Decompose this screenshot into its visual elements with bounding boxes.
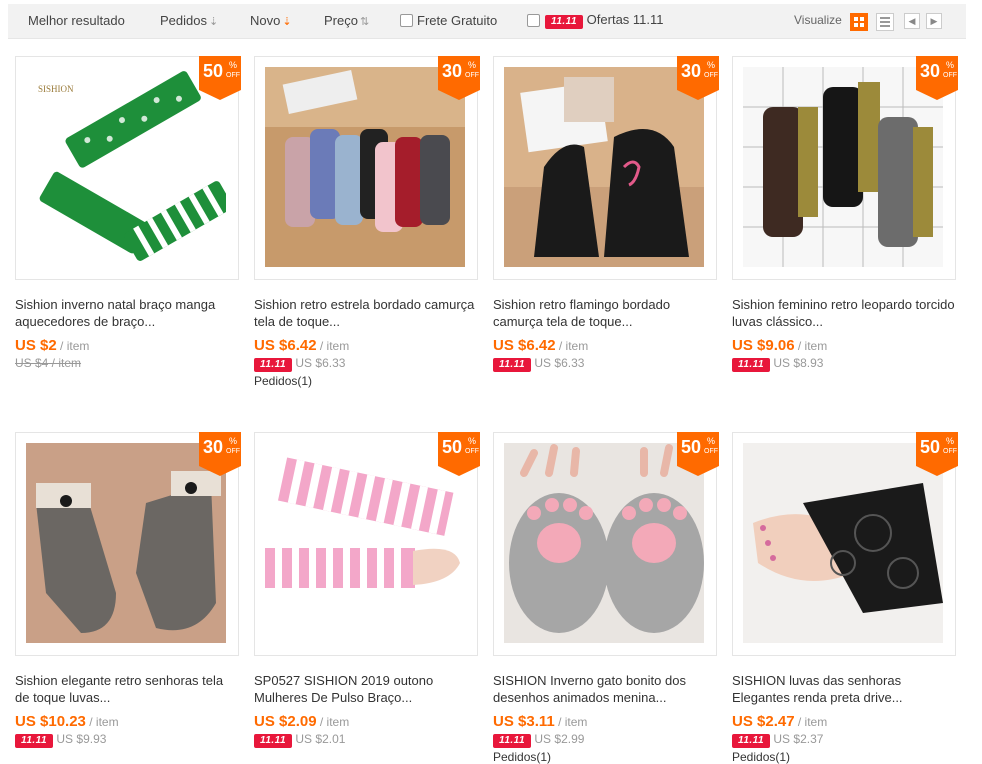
sort-new[interactable]: Novo ⇣ [250,13,292,28]
discount-tag: 30% OFF [438,56,480,100]
sale-badge: 11.11 [732,358,771,372]
price: US $6.42 [254,337,317,354]
grid-view-icon[interactable] [850,13,868,31]
sort-updown-icon: ⇅ [359,16,370,28]
list-view-icon[interactable] [876,13,894,31]
price-line: US $9.06 / item [732,337,827,354]
price-line: US $6.42 / item [254,337,349,354]
product-title[interactable]: Sishion elegante retro senhoras tela de … [15,672,241,706]
sale-price: US $2.37 [773,732,824,746]
sale-badge: 11.11 [493,734,532,748]
discount-tag: 50% OFF [677,432,719,476]
price-unit: / item [89,715,119,729]
chevron-left-icon[interactable]: ◀ [904,13,920,29]
product-title[interactable]: SISHION luvas das senhoras Elegantes ren… [732,672,958,706]
offers-checkbox[interactable] [527,14,540,27]
sort-orders-label: Pedidos [160,13,207,28]
price: US $6.42 [493,337,556,354]
price-unit: / item [797,715,828,729]
price-unit: / item [797,339,828,353]
sale-price-line: 11.11 US $2.99 [493,732,584,748]
sale-price-line: 11.11 US $6.33 [254,356,345,372]
sale-price-line: 11.11 US $8.93 [732,356,823,372]
offers-label: Ofertas 11.11 [586,12,664,27]
price-line: US $6.42 / item [493,337,588,354]
price-unit: / item [319,339,350,353]
sale-price-line: 11.11 US $2.01 [254,732,345,748]
sale-price-line: 11.11 US $9.93 [15,732,106,748]
discount-tag: 50% OFF [199,56,241,100]
offers-filter[interactable]: 11.11 Ofertas 11.11 [545,12,664,29]
free-shipping-checkbox[interactable] [400,14,413,27]
cat-paw-gloves-image [504,443,704,643]
arm-warmers-image: SISHION [26,67,226,267]
sale-price: US $8.93 [773,356,824,370]
product-title[interactable]: Sishion retro flamingo bordado camurça t… [493,296,719,330]
product-title[interactable]: SP0527 SISHION 2019 outono Mulheres De P… [254,672,480,706]
sale-price: US $2.01 [295,732,346,746]
chevron-right-icon[interactable]: ▶ [926,13,942,29]
sort-orders[interactable]: Pedidos ⇣ [160,13,218,28]
pink-arm-warmer-image [265,443,465,643]
arrow-down-icon: ⇣ [282,16,292,28]
sale-badge: 11.11 [545,15,584,29]
sort-price-label: Preço [324,13,358,28]
sale-price: US $2.99 [534,732,585,746]
sort-new-label: Novo [250,13,281,28]
price: US $3.11 [493,713,555,730]
price-line: US $2.47 / item [732,713,827,730]
sale-badge: 11.11 [15,734,54,748]
order-count: Pedidos(1) [254,374,313,388]
lace-gloves-image [743,443,943,643]
price-unit: / item [60,339,90,353]
leopard-gloves-image [743,67,943,267]
sort-best-match[interactable]: Melhor resultado [28,13,125,28]
price: US $2.47 [732,713,795,730]
grey-gloves-image [26,443,226,643]
price-unit: / item [558,339,589,353]
sort-toolbar: Melhor resultado Pedidos ⇣ Novo ⇣ Preço ⇅ F… [8,4,966,39]
sale-badge: 11.11 [493,358,532,372]
discount-tag: 50% OFF [438,432,480,476]
flamingo-gloves-image [504,67,704,267]
sale-badge: 11.11 [254,358,293,372]
product-title[interactable]: Sishion inverno natal braço manga aquece… [15,296,241,330]
discount-tag: 50% OFF [916,432,958,476]
sale-price: US $6.33 [534,356,585,370]
sale-price: US $9.93 [56,732,107,746]
visualize-label: Visualize [794,13,842,27]
price-line: US $10.23 / item [15,713,119,730]
price-line: US $3.11 / item [493,713,587,730]
price-line: US $2.09 / item [254,713,349,730]
price-unit: / item [558,715,588,729]
price-line: US $2 / item [15,337,89,354]
sale-badge: 11.11 [254,734,293,748]
product-title[interactable]: SISHION Inverno gato bonito dos desenhos… [493,672,719,706]
discount-tag: 30% OFF [916,56,958,100]
sort-price[interactable]: Preço ⇅ [324,13,369,28]
order-count: Pedidos(1) [493,750,552,764]
price: US $10.23 [15,713,86,730]
free-shipping-label[interactable]: Frete Gratuito [417,13,497,28]
price-unit: / item [319,715,350,729]
discount-tag: 30% OFF [677,56,719,100]
product-title[interactable]: Sishion feminino retro leopardo torcido … [732,296,958,330]
suede-gloves-image [265,67,465,267]
product-title[interactable]: Sishion retro estrela bordado camurça te… [254,296,480,330]
sale-price-line: 11.11 US $2.37 [732,732,823,748]
brand-mark-icon: SISHION [38,84,74,94]
order-count: Pedidos(1) [732,750,791,764]
discount-tag: 30% OFF [199,432,241,476]
arrow-down-icon: ⇣ [208,16,219,28]
sale-price: US $6.33 [295,356,346,370]
sale-price-line: 11.11 US $6.33 [493,356,584,372]
price: US $2 [15,337,57,354]
price: US $9.06 [732,337,795,354]
price: US $2.09 [254,713,317,730]
sale-badge: 11.11 [732,734,771,748]
original-price: US $4 / item [15,356,82,370]
